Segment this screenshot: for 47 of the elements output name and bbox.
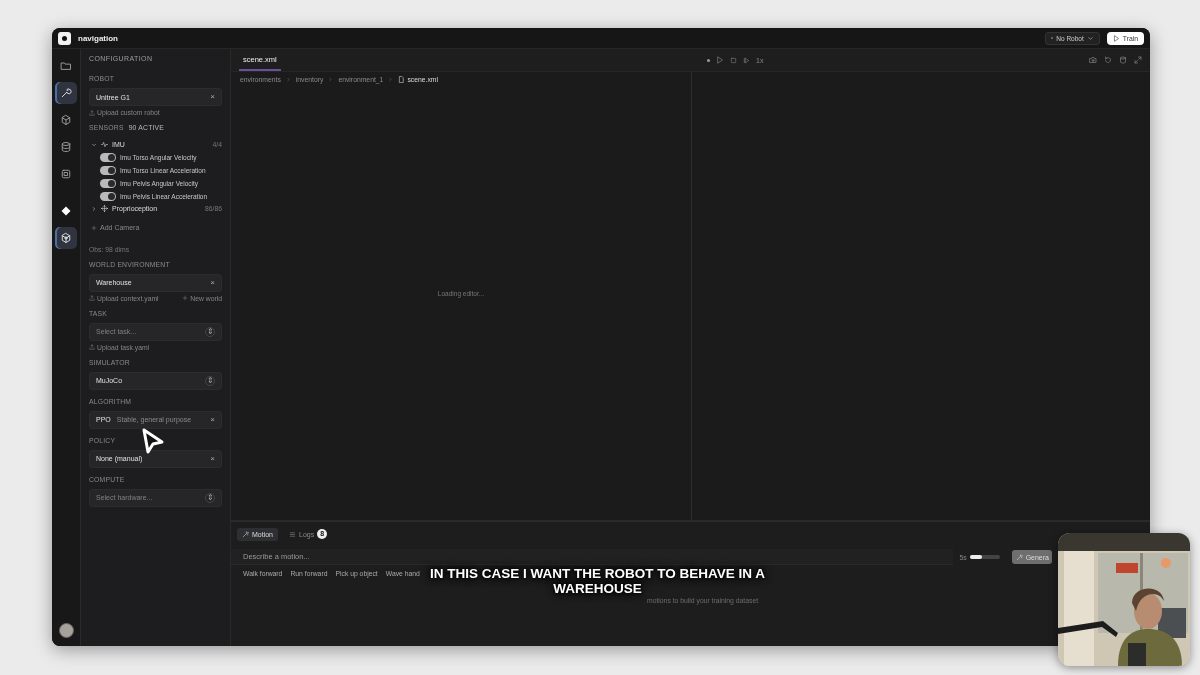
upload-icon — [89, 344, 95, 350]
file-icon — [398, 76, 406, 83]
play-icon — [716, 56, 724, 64]
cube-icon — [60, 114, 72, 126]
reset-icon — [1104, 56, 1112, 64]
cursor-icon — [140, 427, 166, 455]
toggle-switch[interactable] — [100, 191, 116, 201]
chevron-right-icon — [328, 77, 334, 82]
chip-icon — [60, 168, 72, 180]
play-icon — [1112, 34, 1120, 42]
toggle-switch[interactable] — [100, 165, 116, 175]
sidebar-tab[interactable] — [55, 82, 77, 104]
toggle-switch[interactable] — [100, 152, 116, 162]
wrench-icon — [60, 87, 72, 99]
plus-icon — [182, 295, 189, 301]
pulse-icon — [101, 141, 108, 148]
database-icon — [60, 141, 72, 153]
chevron-right-icon — [388, 77, 394, 82]
upload-icon — [89, 109, 95, 116]
box-icon — [60, 232, 72, 244]
clear-icon[interactable]: × — [210, 415, 215, 424]
list-icon — [289, 530, 296, 538]
plus-icon — [91, 224, 97, 231]
chevron-right-icon — [285, 77, 291, 82]
clear-icon[interactable]: × — [210, 93, 215, 101]
sidebar-tab[interactable] — [55, 227, 77, 249]
expand-icon — [1134, 56, 1142, 64]
chevron-down-icon — [1086, 34, 1094, 42]
avatar-icon[interactable] — [58, 623, 74, 638]
folder-icon — [60, 60, 72, 72]
upload-icon — [89, 295, 95, 301]
status-dot-icon — [707, 58, 710, 62]
window-title: navigation — [78, 33, 118, 43]
diamond-icon — [60, 205, 72, 217]
move-icon — [101, 205, 108, 212]
clear-icon[interactable]: × — [210, 454, 215, 463]
layers-icon — [1119, 56, 1127, 64]
app-logo-icon[interactable] — [58, 31, 71, 45]
toggle-switch[interactable] — [100, 178, 116, 188]
chevron-down-icon — [91, 141, 97, 148]
stop-icon — [730, 56, 737, 64]
step-icon — [743, 56, 750, 64]
subtitle-caption: IN THIS CASE I WANT THE ROBOT TO BEHAVE IN A WAREHOUSE — [429, 566, 766, 596]
camera-icon — [1089, 56, 1097, 64]
duration-slider[interactable] — [969, 555, 1000, 559]
clear-icon[interactable]: × — [210, 278, 215, 287]
chevron-right-icon — [91, 205, 97, 212]
